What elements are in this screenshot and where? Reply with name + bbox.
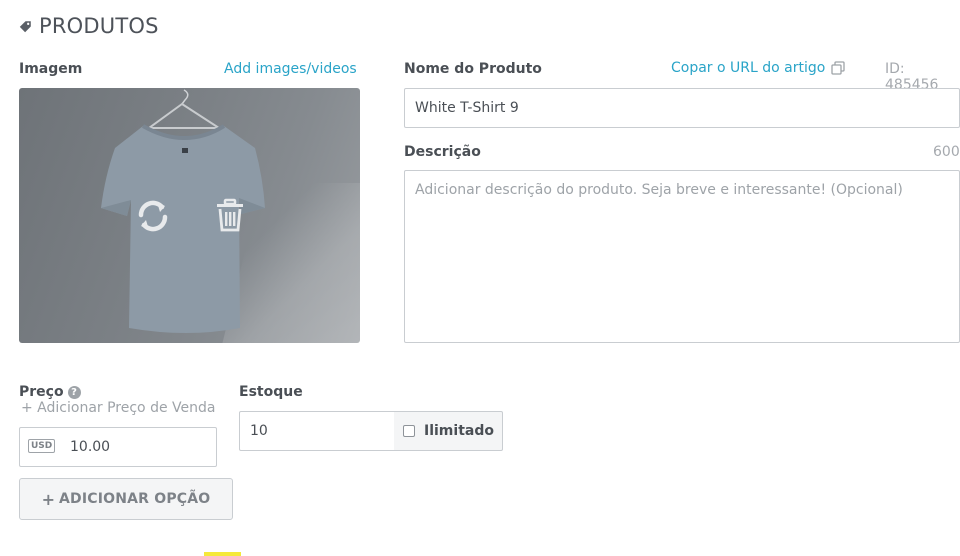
copy-url-text: Copar o URL do artigo <box>671 60 826 76</box>
product-image[interactable] <box>19 88 360 343</box>
refresh-icon[interactable] <box>135 198 171 234</box>
price-label-wrap: Preço? <box>19 384 81 400</box>
product-name-input[interactable] <box>404 88 960 128</box>
add-option-label: ADICIONAR OPÇÃO <box>58 491 211 507</box>
unlimited-label: Ilimitado <box>424 423 494 439</box>
yellow-highlight <box>204 552 241 556</box>
plus-icon: + <box>41 489 55 509</box>
copy-url-link[interactable]: Copar o URL do artigo <box>671 60 845 76</box>
add-images-link[interactable]: Add images/videos <box>224 61 357 77</box>
description-label: Descrição <box>404 144 481 160</box>
image-label: Imagem <box>19 61 83 77</box>
description-textarea[interactable] <box>404 170 960 343</box>
product-name-label: Nome do Produto <box>404 61 542 77</box>
unlimited-toggle[interactable]: Ilimitado <box>394 411 503 451</box>
add-sale-price-link[interactable]: + Adicionar Preço de Venda <box>21 400 215 416</box>
price-field[interactable]: USD <box>19 427 217 467</box>
stock-label: Estoque <box>239 384 303 400</box>
add-option-button[interactable]: + ADICIONAR OPÇÃO <box>19 478 233 520</box>
trash-icon[interactable] <box>214 198 246 232</box>
help-icon[interactable]: ? <box>67 386 81 399</box>
unlimited-checkbox[interactable] <box>403 425 415 437</box>
stock-input[interactable] <box>239 411 395 451</box>
section-title-text: PRODUTOS <box>39 14 159 38</box>
section-title: PRODUTOS <box>19 14 159 38</box>
currency-badge: USD <box>28 439 56 453</box>
tshirt-image <box>101 89 265 333</box>
copy-icon <box>831 61 845 75</box>
tag-icon <box>19 20 31 32</box>
price-label: Preço <box>19 384 64 400</box>
description-char-limit: 600 <box>933 144 960 160</box>
price-input[interactable] <box>64 428 214 466</box>
